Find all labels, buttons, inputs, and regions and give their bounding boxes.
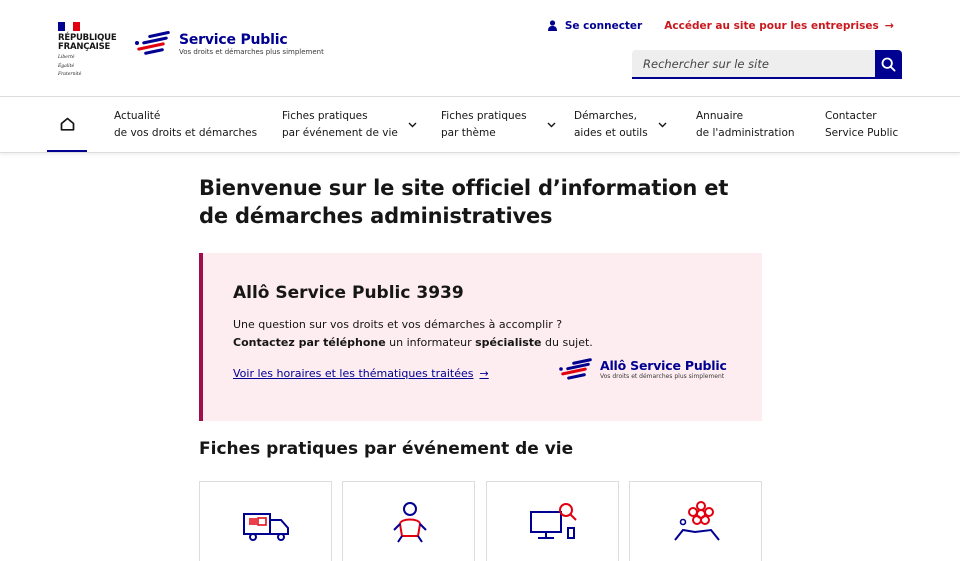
nav-item-label: aides et outils [574, 126, 648, 139]
chevron-down-icon [658, 122, 667, 128]
nav-item-label: par événement de vie [282, 126, 398, 139]
service-public-logo[interactable]: Service Public Vos droits et démarches p… [134, 31, 324, 57]
french-flag-icon [58, 22, 80, 31]
republique-francaise-logo[interactable]: RÉPUBLIQUE FRANÇAISE Liberté Égalité Fra… [58, 22, 128, 78]
allo-logo-subtitle: Vos droits et démarches plus simplement [600, 373, 725, 380]
allo-service-public-logo: Allô Service Public Vos droits et démarc… [558, 358, 727, 382]
allo-logo-title: Allô Service Public [600, 358, 727, 373]
login-label: Se connecter [564, 19, 643, 32]
allo-contact-text: Contactez par téléphone un informateur s… [233, 335, 593, 350]
allo-contact-end: du sujet. [541, 336, 593, 349]
nav-home[interactable] [47, 97, 87, 152]
arrow-right-icon: → [479, 367, 489, 380]
nav-item-label: Actualité [114, 109, 161, 122]
allo-title: Allô Service Public 3939 [233, 283, 464, 303]
flower-hands-icon [674, 501, 720, 541]
page-title: Bienvenue sur le site officiel d’informa… [199, 176, 729, 228]
chevron-down-icon [408, 122, 417, 128]
nav-item-label: Démarches, [574, 109, 637, 122]
nav-item-label: Contacter [825, 109, 877, 122]
section-title-evenement: Fiches pratiques par événement de vie [199, 439, 574, 459]
card-naissance[interactable] [342, 481, 475, 561]
baby-icon [393, 502, 427, 543]
nav-item-fiches-evenement[interactable]: Fiches pratiques par événement de vie [282, 97, 417, 152]
allo-specialiste-bold: spécialiste [475, 336, 542, 349]
allo-contact-bold: Contactez par téléphone [233, 336, 386, 349]
main-navigation: Actualité de vos droits et démarches Fic… [0, 96, 960, 153]
card-deces[interactable] [629, 481, 762, 561]
nav-item-actualite[interactable]: Actualité de vos droits et démarches [114, 97, 257, 152]
allo-hours-link[interactable]: Voir les horaires et les thématiques tra… [233, 366, 489, 381]
search-button[interactable] [875, 50, 902, 79]
computer-search-icon [530, 503, 577, 539]
nav-item-label: de vos droits et démarches [114, 126, 258, 139]
business-site-link[interactable]: Accéder au site pour les entreprises → [664, 19, 894, 32]
nav-item-annuaire[interactable]: Annuaire de l'administration [696, 97, 795, 152]
service-public-stripes-icon [135, 31, 170, 55]
home-icon [60, 117, 74, 131]
header: RÉPUBLIQUE FRANÇAISE Liberté Égalité Fra… [0, 0, 960, 96]
allo-service-public-callout: Allô Service Public 3939 Une question su… [199, 253, 762, 421]
allo-contact-mid: un informateur [385, 336, 476, 349]
nav-item-contacter[interactable]: Contacter Service Public [825, 97, 898, 152]
nav-item-label: par thème [441, 126, 496, 139]
search-input[interactable] [632, 50, 875, 79]
nav-item-label: Annuaire [696, 109, 744, 122]
moving-truck-icon [243, 513, 289, 541]
service-public-subtitle: Vos droits et démarches plus simplement [179, 47, 324, 56]
nav-item-label: de l'administration [696, 126, 795, 139]
search-icon [881, 57, 896, 72]
allo-question-text: Une question sur vos droits et vos démar… [233, 318, 563, 331]
rf-motto-liberte: Liberté [58, 55, 75, 60]
login-link[interactable]: Se connecter [547, 19, 643, 32]
nav-item-label: Fiches pratiques [441, 109, 527, 122]
nav-item-label: Fiches pratiques [282, 109, 368, 122]
rf-motto-fraternite: Fraternité [58, 72, 82, 77]
chevron-down-icon [547, 122, 556, 128]
allo-hours-label: Voir les horaires et les thématiques tra… [233, 367, 474, 380]
arrow-right-icon: → [884, 19, 894, 32]
user-icon [547, 20, 557, 31]
business-site-label: Accéder au site pour les entreprises [664, 19, 879, 32]
nav-item-label: Service Public [825, 126, 899, 139]
card-emploi[interactable] [486, 481, 619, 561]
rf-name-line2: FRANÇAISE [58, 42, 111, 52]
nav-item-fiches-theme[interactable]: Fiches pratiques par thème [441, 97, 556, 152]
card-demenagement[interactable] [199, 481, 332, 561]
service-public-stripes-icon [559, 358, 592, 380]
service-public-title: Service Public [179, 31, 288, 48]
rf-motto-egalite: Égalité [58, 63, 75, 69]
search-bar [632, 50, 902, 79]
nav-item-demarches[interactable]: Démarches, aides et outils [574, 97, 667, 152]
